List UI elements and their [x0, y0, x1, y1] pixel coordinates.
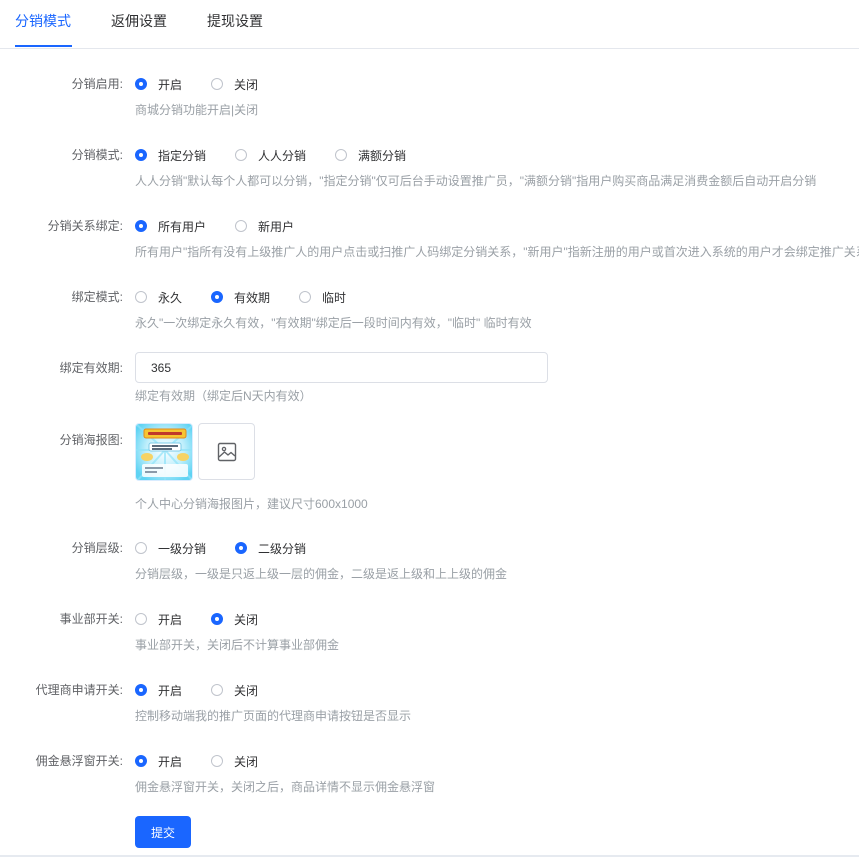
- radio-unchecked-icon: [211, 755, 224, 767]
- binding-period-help: 绑定有效期（绑定后N天内有效）: [135, 389, 312, 403]
- radio-validity-period[interactable]: 有效期: [211, 289, 270, 306]
- radio-permanent[interactable]: 永久: [135, 289, 182, 306]
- radio-everyone-distribution[interactable]: 人人分销: [235, 147, 306, 164]
- distribution-enabled-help: 商城分销功能开启|关闭: [135, 103, 259, 117]
- distribution-mode-radio-group: 指定分销 人人分销 满额分销: [135, 145, 435, 165]
- poster-upload-button[interactable]: [198, 423, 255, 480]
- radio-division-off[interactable]: 关闭: [211, 611, 258, 628]
- radio-new-users[interactable]: 新用户: [235, 218, 294, 235]
- poster-help: 个人中心分销海报图片，建议尺寸600x1000: [135, 497, 368, 511]
- radio-unchecked-icon: [299, 291, 312, 303]
- tab-distribution-mode[interactable]: 分销模式: [15, 0, 71, 44]
- image-icon: [217, 442, 236, 461]
- radio-agent-apply-on[interactable]: 开启: [135, 682, 182, 699]
- radio-unchecked-icon: [211, 78, 224, 90]
- relation-binding-help: 所有用户"指所有没有上级推广人的用户点击或扫推广人码绑定分销关系，"新用户"指新…: [135, 245, 859, 259]
- radio-designated-distribution[interactable]: 指定分销: [135, 147, 206, 164]
- radio-distribution-enabled-off[interactable]: 关闭: [211, 76, 258, 93]
- poster-image: [136, 424, 192, 480]
- poster-label: 分销海报图:: [59, 433, 123, 447]
- commission-float-switch-help: 佣金悬浮窗开关，关闭之后，商品详情不显示佣金悬浮窗: [135, 780, 436, 794]
- radio-agent-apply-off[interactable]: 关闭: [211, 682, 258, 699]
- radio-checked-icon: [135, 755, 147, 767]
- submit-button[interactable]: 提交: [135, 816, 191, 848]
- radio-unchecked-icon: [211, 684, 224, 696]
- radio-unchecked-icon: [335, 149, 348, 161]
- binding-mode-radio-group: 永久 有效期 临时: [135, 287, 375, 307]
- radio-checked-icon: [135, 220, 147, 232]
- radio-commission-float-on[interactable]: 开启: [135, 753, 182, 770]
- radio-distribution-enabled-on[interactable]: 开启: [135, 76, 182, 93]
- radio-unchecked-icon: [135, 613, 147, 625]
- radio-all-users[interactable]: 所有用户: [135, 218, 206, 235]
- poster-thumbnail[interactable]: [135, 423, 193, 481]
- radio-threshold-distribution[interactable]: 满额分销: [335, 147, 406, 164]
- distribution-mode-help: 人人分销"默认每个人都可以分销，"指定分销"仅可后台手动设置推广员，"满额分销"…: [135, 174, 817, 188]
- radio-unchecked-icon: [135, 542, 147, 554]
- agent-apply-switch-help: 控制移动端我的推广页面的代理商申请按钮是否显示: [135, 709, 412, 723]
- agent-apply-switch-label: 代理商申请开关:: [35, 683, 123, 697]
- distribution-enabled-label: 分销启用:: [71, 77, 123, 91]
- radio-level-one[interactable]: 一级分销: [135, 540, 206, 557]
- binding-period-input[interactable]: [135, 352, 548, 383]
- radio-temporary[interactable]: 临时: [299, 289, 346, 306]
- division-switch-radio-group: 开启 关闭: [135, 609, 287, 629]
- relation-binding-label: 分销关系绑定:: [47, 219, 123, 233]
- radio-unchecked-icon: [135, 291, 147, 303]
- radio-checked-icon: [211, 291, 224, 303]
- radio-commission-float-off[interactable]: 关闭: [211, 753, 258, 770]
- tab-commission-settings[interactable]: 返佣设置: [111, 0, 167, 44]
- binding-mode-help: 永久"一次绑定永久有效，"有效期"绑定后一段时间内有效，"临时" 临时有效: [135, 316, 532, 330]
- division-switch-help: 事业部开关，关闭后不计算事业部佣金: [135, 638, 340, 652]
- binding-period-label: 绑定有效期:: [59, 361, 123, 375]
- radio-unchecked-icon: [235, 149, 248, 161]
- agent-apply-radio-group: 开启 关闭: [135, 680, 287, 700]
- distribution-enabled-radio-group: 开启 关闭: [135, 74, 287, 94]
- radio-checked-icon: [135, 684, 147, 696]
- radio-level-two[interactable]: 二级分销: [235, 540, 306, 557]
- relation-binding-radio-group: 所有用户 新用户: [135, 216, 323, 236]
- commission-float-switch-label: 佣金悬浮窗开关:: [35, 754, 123, 768]
- radio-unchecked-icon: [235, 220, 248, 232]
- distribution-level-help: 分销层级，一级是只返上级一层的佣金，二级是返上级和上上级的佣金: [135, 567, 508, 581]
- distribution-level-label: 分销层级:: [71, 541, 123, 555]
- radio-checked-icon: [135, 78, 147, 90]
- commission-float-radio-group: 开启 关闭: [135, 751, 287, 771]
- division-switch-label: 事业部开关:: [59, 612, 123, 626]
- radio-checked-icon: [235, 542, 248, 554]
- distribution-mode-label: 分销模式:: [71, 148, 123, 162]
- radio-checked-icon: [135, 149, 147, 161]
- radio-division-on[interactable]: 开启: [135, 611, 182, 628]
- active-tab-indicator: [15, 45, 72, 47]
- distribution-level-radio-group: 一级分销 二级分销: [135, 538, 335, 558]
- tab-withdrawal-settings[interactable]: 提现设置: [207, 0, 263, 44]
- tab-bar: 分销模式 返佣设置 提现设置: [0, 0, 859, 49]
- radio-checked-icon: [211, 613, 224, 625]
- binding-mode-label: 绑定模式:: [71, 290, 123, 304]
